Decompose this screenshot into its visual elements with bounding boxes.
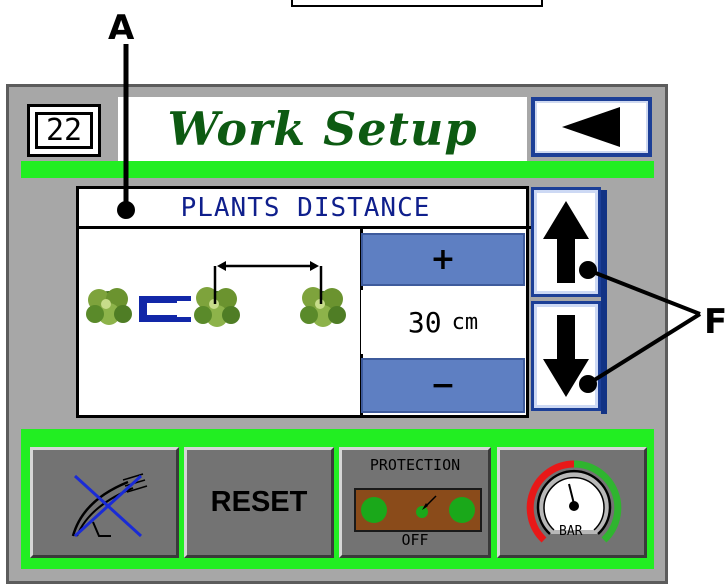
harvest-toggle-button[interactable] bbox=[30, 447, 179, 558]
protection-state: OFF bbox=[401, 531, 429, 549]
pressure-gauge-icon bbox=[526, 460, 622, 543]
reset-button[interactable]: RESET bbox=[184, 447, 334, 558]
harvest-off-icon bbox=[71, 473, 148, 538]
protection-toggle-button[interactable]: PROTECTION OFF bbox=[339, 447, 491, 558]
protection-label: PROTECTION bbox=[369, 456, 461, 474]
gauge-label: BAR bbox=[559, 524, 583, 539]
protection-graphic bbox=[361, 495, 475, 523]
pressure-gauge-button[interactable]: BAR bbox=[497, 447, 647, 558]
protection-icon bbox=[354, 488, 482, 532]
